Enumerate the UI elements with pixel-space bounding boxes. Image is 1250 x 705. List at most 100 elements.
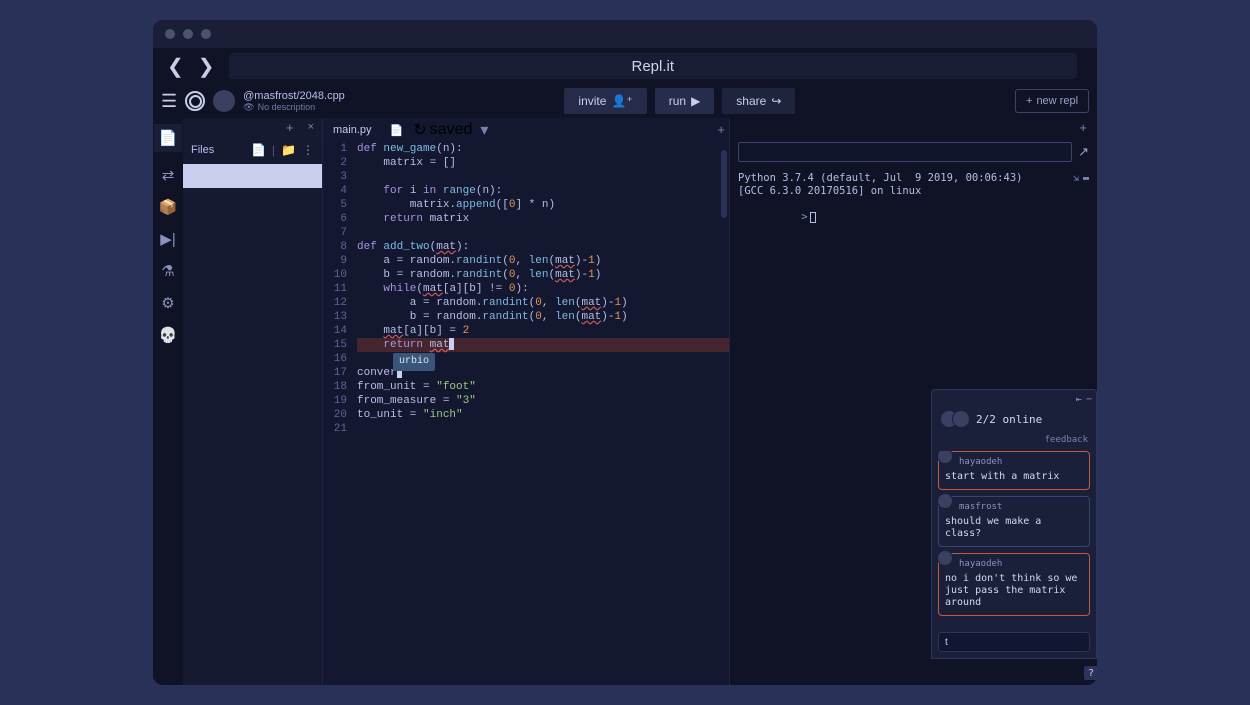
code-line[interactable]: to_unit = "inch" bbox=[357, 408, 729, 422]
chat-message: hayaodeh start with a matrix bbox=[938, 451, 1090, 490]
run-button[interactable]: run ▶ bbox=[655, 88, 715, 114]
code-line[interactable]: a = random.randint(0, len(mat)-1) bbox=[357, 296, 729, 310]
files-rail-icon[interactable]: 📄 bbox=[154, 124, 182, 152]
plus-icon: + bbox=[1026, 95, 1032, 107]
skull-rail-icon[interactable]: 💀 bbox=[159, 326, 178, 344]
history-icon[interactable]: 📄 bbox=[390, 124, 404, 137]
app-window: ❮ ❯ Repl.it ☰ @masfrost/2048.cpp No desc… bbox=[153, 20, 1097, 685]
refresh-icon: ↻ bbox=[413, 120, 426, 140]
scrollbar-thumb[interactable] bbox=[721, 150, 727, 218]
file-entry-active[interactable] bbox=[183, 164, 322, 188]
console-clear-icon[interactable]: ▬ bbox=[1083, 172, 1089, 185]
new-folder-icon[interactable]: 📁 bbox=[281, 143, 296, 157]
console-expand-icon[interactable]: ⇲ bbox=[1073, 172, 1079, 185]
chat-help-icon[interactable]: ? bbox=[1084, 666, 1097, 680]
new-file-icon[interactable]: 📄 bbox=[251, 143, 266, 157]
autocomplete-popup[interactable]: urbio bbox=[393, 353, 435, 371]
more-icon[interactable]: ⋮ bbox=[302, 143, 314, 157]
code-line[interactable]: def add_two(mat): bbox=[357, 240, 729, 254]
code-line[interactable]: def new_game(n): bbox=[357, 142, 729, 156]
chat-message: masfrost should we make a class? bbox=[938, 496, 1090, 547]
add-tab-icon[interactable]: + bbox=[717, 122, 725, 137]
files-title: Files bbox=[191, 144, 214, 156]
share-icon: ↪ bbox=[771, 94, 781, 108]
person-add-icon: 👤⁺ bbox=[611, 94, 632, 108]
files-header: Files 📄 | 📁 ⋮ bbox=[183, 136, 322, 164]
code-line[interactable]: from_unit = "foot" bbox=[357, 380, 729, 394]
terminal-line: [GCC 6.3.0 20170516] on linux bbox=[738, 185, 1089, 198]
panel-close-icon[interactable]: × bbox=[304, 121, 318, 133]
code-line[interactable] bbox=[357, 422, 729, 436]
code-line[interactable]: from_measure = "3" bbox=[357, 394, 729, 408]
vcs-rail-icon[interactable]: ⇄ bbox=[162, 166, 175, 184]
code-line[interactable]: mat[a][b] = 2 bbox=[357, 324, 729, 338]
traffic-close-icon[interactable] bbox=[165, 29, 175, 39]
code-line[interactable]: return matrix bbox=[357, 212, 729, 226]
terminal-prompt-line: > bbox=[738, 198, 1089, 237]
traffic-max-icon[interactable] bbox=[201, 29, 211, 39]
user-handle: @masfrost/2048.cpp bbox=[243, 90, 345, 102]
chat-panel: ⇤ − 2/2 online feedback hayaodeh start wi… bbox=[931, 389, 1097, 659]
chat-message-user: hayaodeh bbox=[959, 456, 1083, 469]
code-line[interactable]: for i in range(n): bbox=[357, 184, 729, 198]
avatar-icon bbox=[952, 410, 970, 428]
debugger-rail-icon[interactable]: ▶| bbox=[160, 230, 175, 248]
url-bar-text: Repl.it bbox=[632, 58, 675, 75]
code-line[interactable]: b = random.randint(0, len(mat)-1) bbox=[357, 268, 729, 282]
code-area[interactable]: 123456789101112131415161718192021 def ne… bbox=[323, 142, 729, 685]
open-new-tab-icon[interactable]: ↗ bbox=[1078, 144, 1089, 160]
console-url-row: ↗ bbox=[730, 136, 1097, 168]
packages-rail-icon[interactable]: 📦 bbox=[159, 198, 178, 216]
left-rail: 📄 ⇄ 📦 ▶| ⚗ ⚙ 💀 bbox=[153, 118, 183, 685]
traffic-min-icon[interactable] bbox=[183, 29, 193, 39]
chat-message-text: no i don't think so we just pass the mat… bbox=[945, 573, 1083, 609]
editor-panel: main.py 📄 ↻ saved ▾ + 123456789101112131… bbox=[323, 118, 729, 685]
code-line[interactable]: a = random.randint(0, len(mat)-1) bbox=[357, 254, 729, 268]
code-line[interactable]: return mat bbox=[357, 338, 729, 352]
code-line[interactable]: b = random.randint(0, len(mat)-1) bbox=[357, 310, 729, 324]
code-line[interactable] bbox=[357, 226, 729, 240]
url-bar[interactable]: Repl.it bbox=[229, 53, 1077, 79]
chat-collapse-icon[interactable]: ⇤ bbox=[1076, 393, 1082, 406]
app-header: ☰ @masfrost/2048.cpp No description invi… bbox=[153, 84, 1097, 118]
chat-message-text: start with a matrix bbox=[945, 471, 1083, 483]
code-lines[interactable]: def new_game(n): matrix = [] for i in ra… bbox=[353, 142, 729, 685]
chat-avatars bbox=[940, 410, 970, 428]
chat-message-text: should we make a class? bbox=[945, 516, 1083, 540]
avatar-icon bbox=[937, 451, 953, 464]
chat-feedback-link[interactable]: feedback bbox=[932, 434, 1096, 451]
panel-add-icon[interactable]: + bbox=[280, 120, 300, 135]
terminal-cursor bbox=[810, 212, 816, 223]
terminal-line: Python 3.7.4 (default, Jul 9 2019, 00:06… bbox=[738, 172, 1089, 185]
nav-back-icon[interactable]: ❮ bbox=[163, 52, 188, 81]
console-url-input[interactable] bbox=[738, 142, 1072, 162]
share-button[interactable]: share ↪ bbox=[722, 88, 795, 114]
browser-nav-row: ❮ ❯ Repl.it bbox=[153, 48, 1097, 84]
avatar[interactable] bbox=[213, 90, 235, 112]
editor-cursor bbox=[449, 338, 454, 350]
new-repl-button[interactable]: + new repl bbox=[1015, 89, 1089, 113]
invite-button[interactable]: invite 👤⁺ bbox=[564, 88, 646, 114]
user-block: @masfrost/2048.cpp No description bbox=[243, 90, 345, 113]
hamburger-icon[interactable]: ☰ bbox=[161, 91, 177, 112]
nav-forward-icon[interactable]: ❯ bbox=[194, 52, 219, 81]
code-line[interactable]: matrix = [] bbox=[357, 156, 729, 170]
chat-message-user: masfrost bbox=[959, 501, 1083, 514]
chat-minimize-icon[interactable]: − bbox=[1086, 393, 1092, 406]
code-line[interactable]: while(mat[a][b] != 0): bbox=[357, 282, 729, 296]
chat-status: 2/2 online bbox=[932, 408, 1096, 434]
code-line[interactable] bbox=[357, 170, 729, 184]
settings-rail-icon[interactable]: ⚙ bbox=[161, 294, 174, 312]
chat-input[interactable] bbox=[938, 632, 1090, 652]
replit-logo-icon[interactable] bbox=[185, 91, 205, 111]
code-line[interactable]: matrix.append([0] * n) bbox=[357, 198, 729, 212]
saved-indicator: ↻ saved bbox=[413, 120, 472, 140]
secrets-rail-icon[interactable]: ⚗ bbox=[161, 262, 174, 280]
gutter: 123456789101112131415161718192021 bbox=[323, 142, 353, 685]
chevron-down-icon[interactable]: ▾ bbox=[480, 120, 488, 140]
file-tab-main[interactable]: main.py bbox=[323, 118, 382, 142]
right-add-tab-icon[interactable]: + bbox=[1073, 120, 1093, 135]
avatar-icon bbox=[937, 550, 953, 566]
eye-icon bbox=[243, 102, 254, 113]
terminal[interactable]: ⇲ ▬ Python 3.7.4 (default, Jul 9 2019, 0… bbox=[730, 168, 1097, 685]
